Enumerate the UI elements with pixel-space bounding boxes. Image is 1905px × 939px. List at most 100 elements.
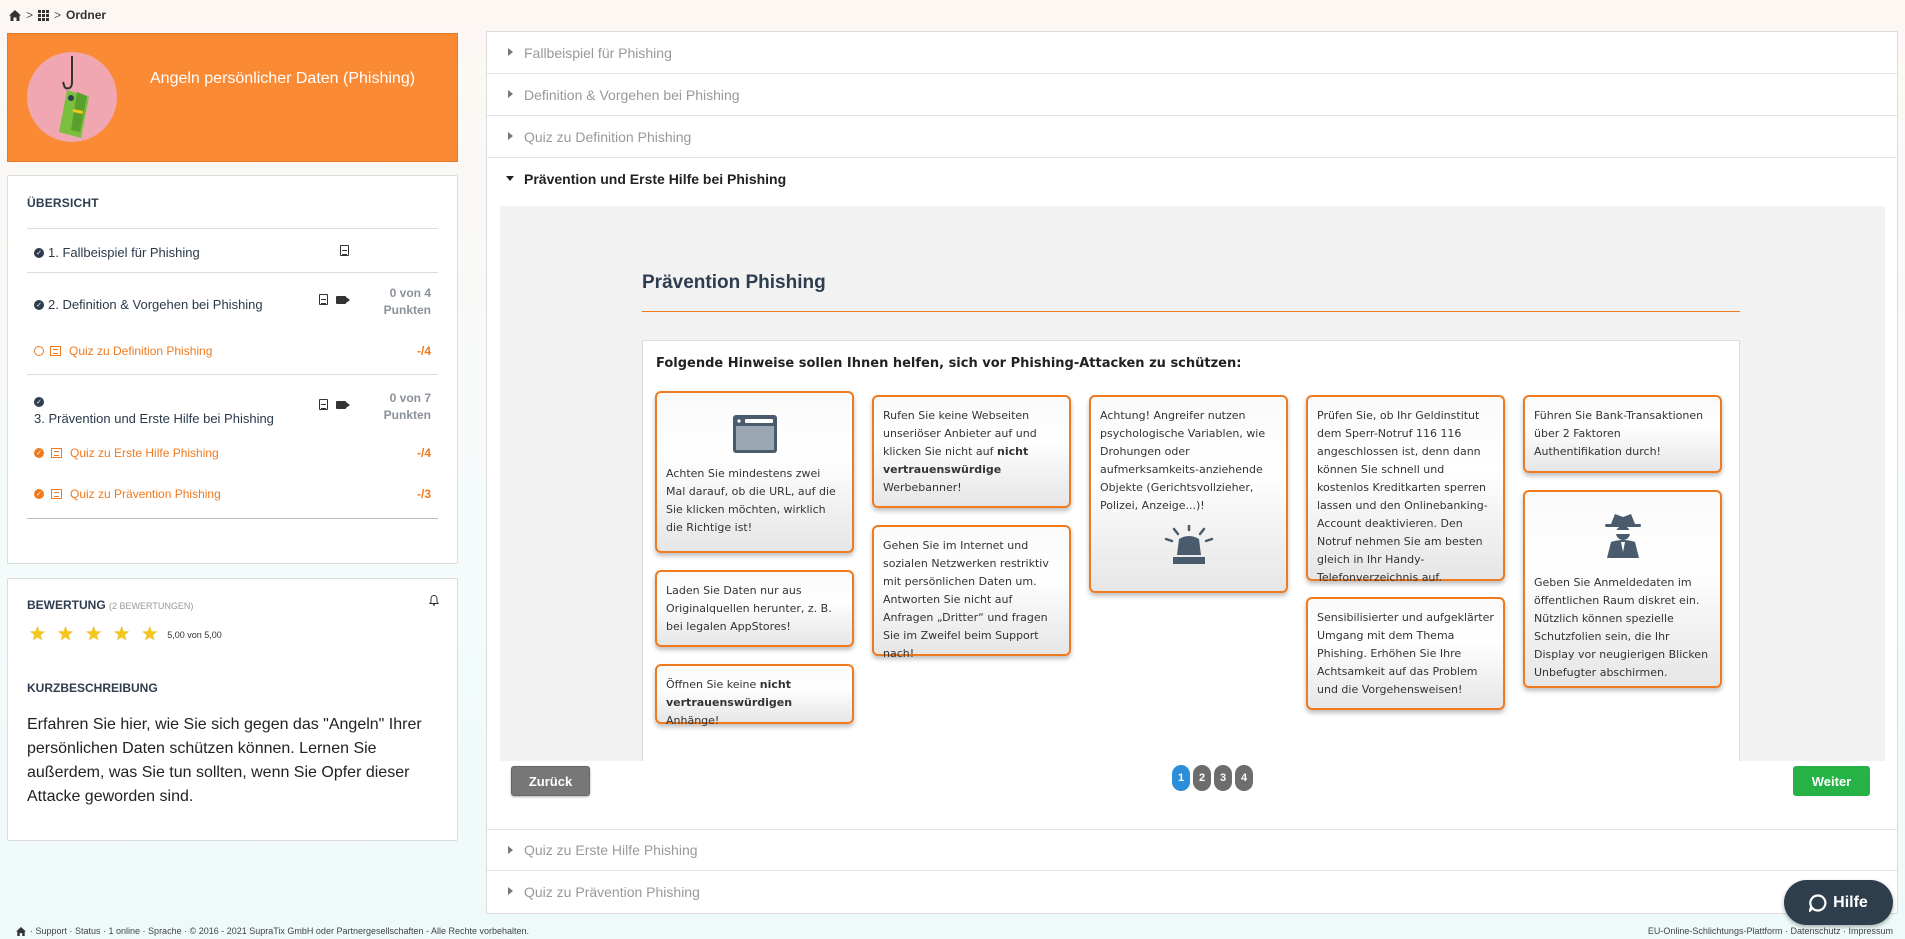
accordion-quiz-erste-hilfe[interactable]: Quiz zu Erste Hilfe Phishing (487, 829, 1897, 871)
tip-text: Öffnen Sie keine (666, 678, 760, 691)
tips-intro: Folgende Hinweise sollen Ihnen helfen, s… (656, 356, 1242, 371)
caret-down-icon (506, 176, 514, 181)
tip-text: Anhänge! (666, 714, 720, 727)
points-label: 0 von 4 Punkten (384, 285, 431, 319)
lesson-accordion: Fallbeispiel für Phishing Definition & V… (486, 31, 1898, 914)
accordion-quiz-definition[interactable]: Quiz zu Definition Phishing (487, 116, 1897, 158)
overview-item-label: Quiz zu Erste Hilfe Phishing (70, 446, 219, 460)
check-icon: ✓ (34, 299, 44, 310)
footer-links[interactable]: · Support · Status · 1 online · Sprache … (30, 926, 529, 936)
divider (27, 374, 438, 375)
overview-item-label: Quiz zu Definition Phishing (69, 344, 213, 358)
footer-right[interactable]: EU-Online-Schlichtungs-Plattform · Daten… (1648, 926, 1893, 936)
back-button[interactable]: Zurück (511, 766, 590, 796)
divider (27, 228, 438, 229)
tip-card-social: Gehen Sie im Internet und sozialen Netzw… (872, 525, 1071, 660)
overview-quiz-definition[interactable]: Quiz zu Definition Phishing -/4 (34, 344, 431, 358)
overview-quiz-erste-hilfe[interactable]: ✓ Quiz zu Erste Hilfe Phishing -/4 (34, 446, 431, 460)
home-icon[interactable] (9, 9, 21, 21)
rating-title: BEWERTUNG (2 BEWERTUNGEN) (27, 598, 193, 612)
star-icon[interactable]: ★ (113, 625, 130, 644)
breadcrumb-separator: > (26, 8, 34, 22)
home-icon[interactable] (16, 926, 26, 936)
tip-card-psychology: Achtung! Angreifer nutzen psychologische… (1089, 395, 1288, 593)
rating-stars[interactable]: ★ ★ ★ ★ ★ 5,00 von 5,00 (29, 625, 222, 644)
caret-right-icon (508, 90, 513, 98)
page-button-1[interactable]: 1 (1172, 765, 1190, 791)
overview-item-praevention[interactable]: ✓ 3. Prävention und Erste Hilfe bei Phis… (34, 390, 431, 426)
tip-card-awareness: Sensibilisierter und aufgeklärter Umgang… (1306, 597, 1505, 710)
page-button-2[interactable]: 2 (1193, 765, 1211, 791)
help-button[interactable]: Hilfe (1784, 880, 1893, 925)
short-description-title: KURZBESCHREIBUNG (27, 681, 158, 695)
item-media-icons (319, 294, 350, 305)
accordion-label: Definition & Vorgehen bei Phishing (524, 86, 740, 103)
tip-text: Laden Sie Daten nur aus Originalquellen … (666, 584, 832, 633)
breadcrumb-current[interactable]: Ordner (66, 8, 106, 22)
overview-quiz-praevention[interactable]: ✓ Quiz zu Prävention Phishing -/3 (34, 487, 431, 501)
document-icon (319, 399, 328, 410)
next-button[interactable]: Weiter (1793, 766, 1870, 796)
spy-icon (1534, 512, 1711, 558)
quiz-icon (50, 346, 61, 356)
breadcrumb-separator: > (54, 8, 62, 22)
overview-item-label: 2. Definition & Vorgehen bei Phishing (48, 297, 263, 312)
overview-item-label: 3. Prävention und Erste Hilfe bei Phishi… (34, 411, 274, 426)
rating-card: BEWERTUNG (2 BEWERTUNGEN) ★ ★ ★ ★ ★ 5,00… (7, 578, 458, 841)
apps-icon[interactable] (38, 9, 50, 21)
check-icon: ✓ (34, 247, 44, 258)
tip-text: Achten Sie mindestens zwei Mal darauf, o… (666, 467, 836, 534)
points-unit: Punkten (383, 408, 431, 422)
check-icon: ✓ (34, 397, 44, 407)
tip-card-webpages: Rufen Sie keine Webseiten unseriöser Anb… (872, 395, 1071, 508)
title-rule (642, 311, 1740, 312)
star-icon[interactable]: ★ (29, 625, 46, 644)
overview-item-fallbeispiel[interactable]: ✓ 1. Fallbeispiel für Phishing (34, 245, 431, 260)
footer-left: · Support · Status · 1 online · Sprache … (16, 926, 529, 936)
item-label-block: ✓ 3. Prävention und Erste Hilfe bei Phis… (34, 392, 274, 426)
circle-icon (34, 346, 44, 356)
video-icon (336, 295, 350, 304)
accordion-definition[interactable]: Definition & Vorgehen bei Phishing (487, 74, 1897, 116)
overview-item-label: Quiz zu Prävention Phishing (70, 487, 221, 501)
page-button-3[interactable]: 3 (1214, 765, 1232, 791)
accordion-quiz-praevention[interactable]: Quiz zu Prävention Phishing (487, 871, 1897, 913)
tip-text: Sensibilisierter und aufgeklärter Umgang… (1317, 611, 1494, 696)
quiz-score: -/3 (416, 487, 431, 501)
check-icon: ✓ (34, 489, 44, 499)
bell-icon[interactable] (429, 595, 439, 606)
accordion-label: Prävention und Erste Hilfe bei Phishing (524, 171, 787, 187)
accordion-label: Quiz zu Erste Hilfe Phishing (524, 842, 698, 858)
tip-card-login: Geben Sie Anmeldedaten im öffentlichen R… (1523, 490, 1722, 688)
help-label: Hilfe (1833, 893, 1868, 911)
tip-text: Führen Sie Bank-Transaktionen über 2 Fak… (1534, 409, 1704, 458)
caret-right-icon (508, 132, 513, 140)
pagination: 1 2 3 4 (1172, 765, 1253, 791)
siren-icon (1100, 525, 1277, 565)
overview-card: ÜBERSICHT ✓ 1. Fallbeispiel für Phishing… (7, 175, 458, 564)
tip-card-url: Achten Sie mindestens zwei Mal darauf, o… (655, 391, 854, 553)
content-title: Prävention Phishing (642, 272, 826, 293)
rating-count: (2 BEWERTUNGEN) (109, 601, 194, 611)
star-icon[interactable]: ★ (85, 625, 102, 644)
page-button-4[interactable]: 4 (1235, 765, 1253, 791)
accordion-praevention[interactable]: Prävention und Erste Hilfe bei Phishing (487, 158, 1897, 200)
tip-card-download: Laden Sie Daten nur aus Originalquellen … (655, 570, 854, 647)
points-label: 0 von 7 Punkten (384, 390, 431, 424)
star-icon[interactable]: ★ (57, 625, 74, 644)
star-icon[interactable]: ★ (141, 625, 158, 644)
caret-right-icon (508, 887, 513, 895)
overview-item-definition[interactable]: ✓ 2. Definition & Vorgehen bei Phishing … (34, 286, 431, 317)
tip-card-bank: Prüfen Sie, ob Ihr Geldinstitut dem Sper… (1306, 395, 1505, 584)
caret-right-icon (508, 48, 513, 56)
tip-card-attachments: Öffnen Sie keine nicht vertrauenswürdige… (655, 664, 854, 727)
quiz-icon (51, 448, 62, 458)
tip-text: Achtung! Angreifer nutzen psychologische… (1100, 409, 1266, 512)
course-title: Angeln persönlicher Daten (Phishing) (150, 70, 416, 87)
accordion-fallbeispiel[interactable]: Fallbeispiel für Phishing (487, 32, 1897, 74)
quiz-icon (51, 489, 62, 499)
tip-text: Prüfen Sie, ob Ihr Geldinstitut dem Sper… (1317, 409, 1488, 584)
overview-title: ÜBERSICHT (27, 196, 99, 210)
tip-text: Geben Sie Anmeldedaten im öffentlichen R… (1534, 576, 1709, 679)
tip-text: Werbebanner! (883, 481, 962, 494)
